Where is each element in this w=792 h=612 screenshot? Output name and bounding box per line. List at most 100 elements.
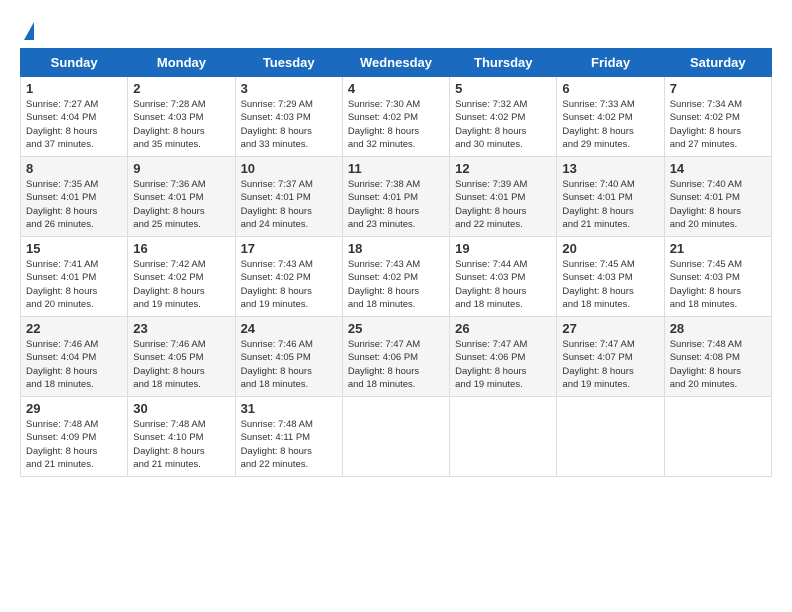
weekday-header-friday: Friday <box>557 49 664 77</box>
calendar-day-17: 17Sunrise: 7:43 AMSunset: 4:02 PMDayligh… <box>235 237 342 317</box>
day-info: Sunrise: 7:29 AMSunset: 4:03 PMDaylight:… <box>241 98 337 151</box>
day-number: 31 <box>241 401 337 416</box>
day-number: 16 <box>133 241 229 256</box>
day-number: 5 <box>455 81 551 96</box>
calendar-day-11: 11Sunrise: 7:38 AMSunset: 4:01 PMDayligh… <box>342 157 449 237</box>
day-number: 2 <box>133 81 229 96</box>
calendar-day-29: 29Sunrise: 7:48 AMSunset: 4:09 PMDayligh… <box>21 397 128 477</box>
weekday-header-thursday: Thursday <box>450 49 557 77</box>
day-number: 24 <box>241 321 337 336</box>
calendar-day-28: 28 Sunrise: 7:48 AMSunset: 4:08 PMDayligh… <box>664 317 771 397</box>
calendar-day-31: 31 Sunrise: 7:48 AMSunset: 4:11 PMDayligh… <box>235 397 342 477</box>
calendar-day-1: 1 Sunrise: 7:27 AMSunset: 4:04 PMDaylight… <box>21 77 128 157</box>
weekday-header-monday: Monday <box>128 49 235 77</box>
calendar-day-27: 27Sunrise: 7:47 AMSunset: 4:07 PMDayligh… <box>557 317 664 397</box>
calendar-day-8: 8 Sunrise: 7:35 AMSunset: 4:01 PMDaylight… <box>21 157 128 237</box>
day-number: 28 <box>670 321 766 336</box>
day-number: 9 <box>133 161 229 176</box>
calendar-day-15: 15 Sunrise: 7:41 AMSunset: 4:01 PMDayligh… <box>21 237 128 317</box>
day-info: Sunrise: 7:45 AMSunset: 4:03 PMDaylight:… <box>670 258 766 311</box>
day-info: Sunrise: 7:33 AMSunset: 4:02 PMDaylight:… <box>562 98 658 151</box>
weekday-header-tuesday: Tuesday <box>235 49 342 77</box>
day-info: Sunrise: 7:41 AMSunset: 4:01 PMDaylight:… <box>26 258 122 311</box>
day-info: Sunrise: 7:48 AMSunset: 4:09 PMDaylight:… <box>26 418 122 471</box>
day-info: Sunrise: 7:46 AMSunset: 4:05 PMDaylight:… <box>133 338 229 391</box>
calendar-day-16: 16Sunrise: 7:42 AMSunset: 4:02 PMDayligh… <box>128 237 235 317</box>
day-number: 3 <box>241 81 337 96</box>
day-number: 17 <box>241 241 337 256</box>
calendar-day-30: 30 Sunrise: 7:48 AMSunset: 4:10 PMDayligh… <box>128 397 235 477</box>
day-number: 30 <box>133 401 229 416</box>
day-info: Sunrise: 7:45 AMSunset: 4:03 PMDaylight:… <box>562 258 658 311</box>
calendar-header-row: SundayMondayTuesdayWednesdayThursdayFrid… <box>21 49 772 77</box>
calendar-week-3: 15 Sunrise: 7:41 AMSunset: 4:01 PMDayligh… <box>21 237 772 317</box>
day-info: Sunrise: 7:47 AMSunset: 4:06 PMDaylight:… <box>455 338 551 391</box>
weekday-header-sunday: Sunday <box>21 49 128 77</box>
day-info: Sunrise: 7:43 AMSunset: 4:02 PMDaylight:… <box>348 258 444 311</box>
page-header <box>20 20 772 38</box>
day-number: 18 <box>348 241 444 256</box>
day-info: Sunrise: 7:37 AMSunset: 4:01 PMDaylight:… <box>241 178 337 231</box>
day-number: 15 <box>26 241 122 256</box>
weekday-header-wednesday: Wednesday <box>342 49 449 77</box>
calendar-week-1: 1 Sunrise: 7:27 AMSunset: 4:04 PMDaylight… <box>21 77 772 157</box>
day-info: Sunrise: 7:47 AMSunset: 4:07 PMDaylight:… <box>562 338 658 391</box>
empty-cell <box>664 397 771 477</box>
day-info: Sunrise: 7:39 AMSunset: 4:01 PMDaylight:… <box>455 178 551 231</box>
day-number: 13 <box>562 161 658 176</box>
day-info: Sunrise: 7:35 AMSunset: 4:01 PMDaylight:… <box>26 178 122 231</box>
calendar-day-22: 22Sunrise: 7:46 AMSunset: 4:04 PMDayligh… <box>21 317 128 397</box>
day-number: 12 <box>455 161 551 176</box>
day-info: Sunrise: 7:46 AMSunset: 4:05 PMDaylight:… <box>241 338 337 391</box>
day-info: Sunrise: 7:36 AMSunset: 4:01 PMDaylight:… <box>133 178 229 231</box>
calendar-day-5: 5 Sunrise: 7:32 AMSunset: 4:02 PMDaylight… <box>450 77 557 157</box>
day-number: 20 <box>562 241 658 256</box>
empty-cell <box>557 397 664 477</box>
day-number: 1 <box>26 81 122 96</box>
day-number: 8 <box>26 161 122 176</box>
day-info: Sunrise: 7:30 AMSunset: 4:02 PMDaylight:… <box>348 98 444 151</box>
calendar-day-19: 19 Sunrise: 7:44 AMSunset: 4:03 PMDayligh… <box>450 237 557 317</box>
calendar-week-4: 22Sunrise: 7:46 AMSunset: 4:04 PMDayligh… <box>21 317 772 397</box>
calendar-day-2: 2 Sunrise: 7:28 AMSunset: 4:03 PMDaylight… <box>128 77 235 157</box>
calendar-day-4: 4Sunrise: 7:30 AMSunset: 4:02 PMDaylight… <box>342 77 449 157</box>
calendar-day-7: 7 Sunrise: 7:34 AMSunset: 4:02 PMDaylight… <box>664 77 771 157</box>
day-number: 26 <box>455 321 551 336</box>
calendar-day-12: 12 Sunrise: 7:39 AMSunset: 4:01 PMDayligh… <box>450 157 557 237</box>
day-info: Sunrise: 7:34 AMSunset: 4:02 PMDaylight:… <box>670 98 766 151</box>
calendar-day-25: 25Sunrise: 7:47 AMSunset: 4:06 PMDayligh… <box>342 317 449 397</box>
calendar-day-10: 10 Sunrise: 7:37 AMSunset: 4:01 PMDayligh… <box>235 157 342 237</box>
day-info: Sunrise: 7:40 AMSunset: 4:01 PMDaylight:… <box>562 178 658 231</box>
calendar-day-3: 3 Sunrise: 7:29 AMSunset: 4:03 PMDaylight… <box>235 77 342 157</box>
day-number: 23 <box>133 321 229 336</box>
calendar-day-26: 26 Sunrise: 7:47 AMSunset: 4:06 PMDayligh… <box>450 317 557 397</box>
day-info: Sunrise: 7:47 AMSunset: 4:06 PMDaylight:… <box>348 338 444 391</box>
day-info: Sunrise: 7:28 AMSunset: 4:03 PMDaylight:… <box>133 98 229 151</box>
day-info: Sunrise: 7:27 AMSunset: 4:04 PMDaylight:… <box>26 98 122 151</box>
day-info: Sunrise: 7:46 AMSunset: 4:04 PMDaylight:… <box>26 338 122 391</box>
calendar-week-5: 29Sunrise: 7:48 AMSunset: 4:09 PMDayligh… <box>21 397 772 477</box>
day-info: Sunrise: 7:48 AMSunset: 4:11 PMDaylight:… <box>241 418 337 471</box>
day-info: Sunrise: 7:38 AMSunset: 4:01 PMDaylight:… <box>348 178 444 231</box>
calendar-day-13: 13 Sunrise: 7:40 AMSunset: 4:01 PMDayligh… <box>557 157 664 237</box>
empty-cell <box>450 397 557 477</box>
day-info: Sunrise: 7:40 AMSunset: 4:01 PMDaylight:… <box>670 178 766 231</box>
day-number: 14 <box>670 161 766 176</box>
calendar-day-20: 20 Sunrise: 7:45 AMSunset: 4:03 PMDayligh… <box>557 237 664 317</box>
logo-triangle-icon <box>24 22 34 40</box>
calendar-day-23: 23 Sunrise: 7:46 AMSunset: 4:05 PMDayligh… <box>128 317 235 397</box>
weekday-header-saturday: Saturday <box>664 49 771 77</box>
calendar-day-18: 18 Sunrise: 7:43 AMSunset: 4:02 PMDayligh… <box>342 237 449 317</box>
calendar-day-14: 14 Sunrise: 7:40 AMSunset: 4:01 PMDayligh… <box>664 157 771 237</box>
day-info: Sunrise: 7:32 AMSunset: 4:02 PMDaylight:… <box>455 98 551 151</box>
logo <box>20 20 34 38</box>
day-number: 19 <box>455 241 551 256</box>
day-info: Sunrise: 7:44 AMSunset: 4:03 PMDaylight:… <box>455 258 551 311</box>
calendar-day-21: 21Sunrise: 7:45 AMSunset: 4:03 PMDayligh… <box>664 237 771 317</box>
day-number: 10 <box>241 161 337 176</box>
calendar-day-24: 24 Sunrise: 7:46 AMSunset: 4:05 PMDayligh… <box>235 317 342 397</box>
day-number: 7 <box>670 81 766 96</box>
day-info: Sunrise: 7:48 AMSunset: 4:10 PMDaylight:… <box>133 418 229 471</box>
day-info: Sunrise: 7:48 AMSunset: 4:08 PMDaylight:… <box>670 338 766 391</box>
empty-cell <box>342 397 449 477</box>
